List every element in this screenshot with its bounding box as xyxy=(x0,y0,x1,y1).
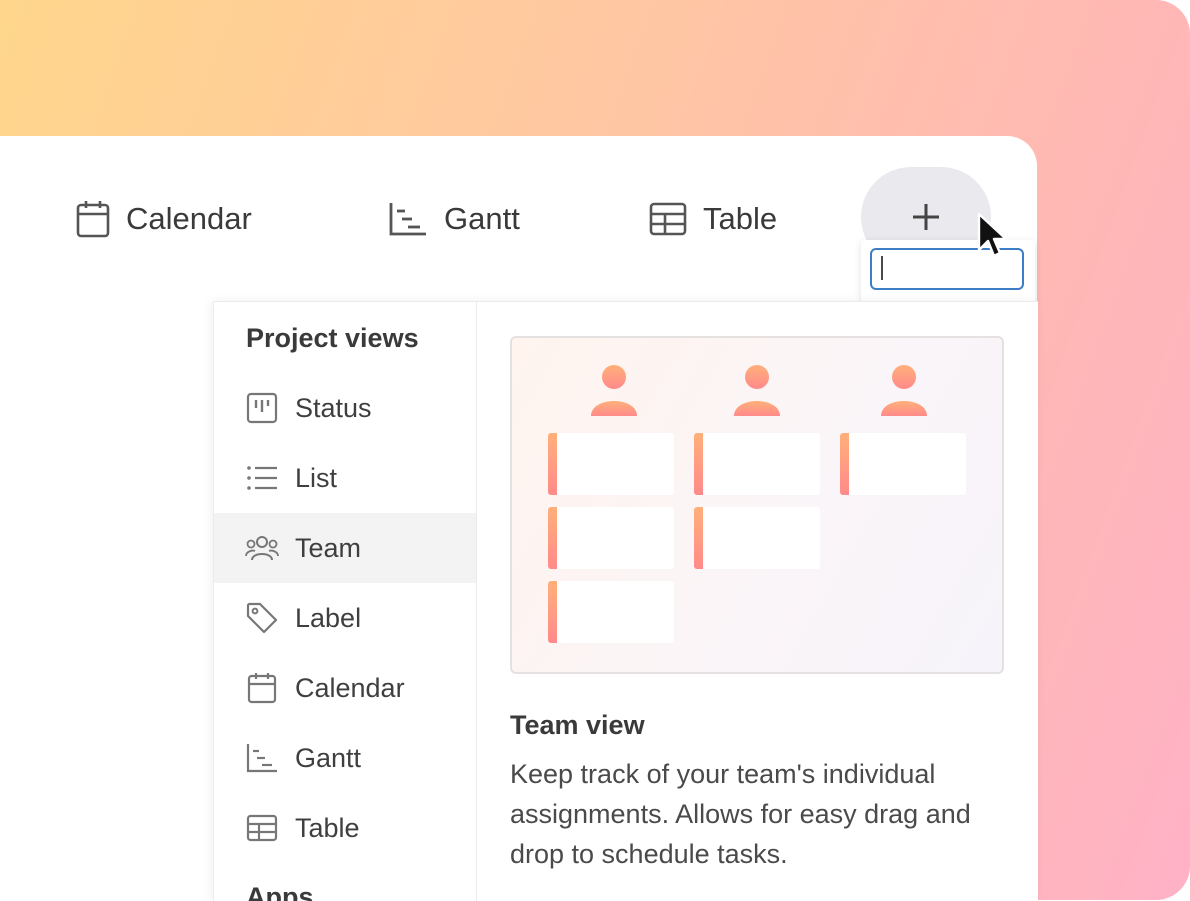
tab-label: Calendar xyxy=(126,201,252,236)
menu-item-label: Gantt xyxy=(295,742,362,773)
tab-label: Gantt xyxy=(444,201,520,236)
task-card xyxy=(840,433,966,495)
view-menu: Project views Status List Team Label Cal… xyxy=(214,302,477,901)
view-name-popup xyxy=(861,240,1035,302)
status-board-icon xyxy=(245,391,279,425)
menu-item-status[interactable]: Status xyxy=(214,373,476,443)
task-card xyxy=(548,581,674,643)
section-title-project-views: Project views xyxy=(246,323,419,353)
gantt-icon xyxy=(389,203,426,236)
task-card xyxy=(694,433,820,495)
tag-icon xyxy=(245,601,279,635)
user-avatar-icon xyxy=(881,365,927,416)
menu-item-calendar[interactable]: Calendar xyxy=(214,653,476,723)
table-icon xyxy=(245,811,279,845)
user-avatar-icon xyxy=(591,365,637,416)
view-description: Keep track of your team's individual ass… xyxy=(510,759,971,869)
task-card xyxy=(694,507,820,569)
menu-item-label-view[interactable]: Label xyxy=(214,583,476,653)
tab-table[interactable]: Table xyxy=(649,197,777,241)
calendar-icon xyxy=(76,201,110,238)
task-card xyxy=(548,507,674,569)
menu-item-team[interactable]: Team xyxy=(214,513,476,583)
gantt-icon xyxy=(245,741,279,775)
tab-calendar[interactable]: Calendar xyxy=(76,197,252,241)
menu-item-gantt[interactable]: Gantt xyxy=(214,723,476,793)
menu-item-list[interactable]: List xyxy=(214,443,476,513)
menu-item-label: Label xyxy=(295,602,362,633)
team-icon xyxy=(245,531,279,565)
tab-label: Table xyxy=(703,201,778,236)
user-avatar-icon xyxy=(734,365,780,416)
menu-item-label: Table xyxy=(295,812,360,843)
text-caret xyxy=(881,256,883,280)
table-icon xyxy=(649,202,687,236)
mouse-pointer-icon xyxy=(977,212,1007,258)
tab-gantt[interactable]: Gantt xyxy=(388,197,520,241)
menu-item-label: Calendar xyxy=(295,672,405,703)
section-title-apps: Apps xyxy=(246,882,314,901)
task-card xyxy=(548,433,674,495)
list-icon xyxy=(245,461,279,495)
view-picker-dropdown: Project views Status List Team Label Cal… xyxy=(213,301,1038,901)
menu-item-table[interactable]: Table xyxy=(214,793,476,863)
menu-item-label: List xyxy=(295,462,338,493)
calendar-icon xyxy=(245,671,279,705)
team-view-preview xyxy=(510,336,1004,674)
view-title: Team view xyxy=(510,710,645,740)
menu-item-label: Status xyxy=(295,392,372,423)
plus-icon xyxy=(913,204,939,230)
menu-item-label: Team xyxy=(295,532,362,563)
